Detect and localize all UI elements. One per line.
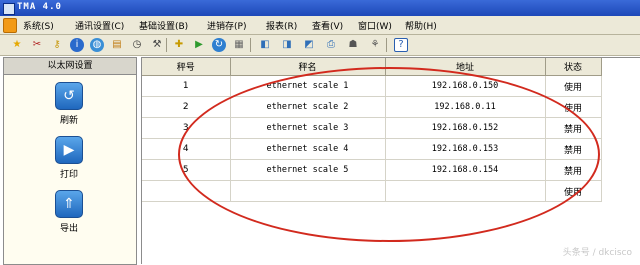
cell-name: ethernet scale 4 (230, 138, 386, 160)
column-header-address[interactable]: 地址 (385, 58, 546, 76)
cell-name: ethernet scale 1 (230, 75, 386, 97)
cell-number: 4 (142, 138, 231, 160)
export-up-icon: ⇑ (55, 190, 83, 218)
globe-icon[interactable]: ◍ (90, 38, 104, 52)
cell-address (385, 180, 546, 202)
print-button[interactable]: ▶ 打印 (54, 136, 84, 180)
refresh-icon[interactable]: ↻ (212, 38, 226, 52)
app-icon (3, 3, 15, 15)
users-icon[interactable]: ☗ (346, 38, 360, 52)
cell-address: 192.168.0.11 (385, 96, 546, 118)
table-row[interactable]: 4 ethernet scale 4 192.168.0.153 禁用 (142, 138, 602, 160)
info-icon[interactable]: i (70, 38, 84, 52)
window-title: TMA 4.0 (17, 2, 62, 12)
cell-number (142, 180, 231, 202)
column-header-name[interactable]: 秤名 (230, 58, 386, 76)
sidebar: 以太网设置 ↺ 刷新 ▶ 打印 ⇑ 导出 (3, 57, 137, 265)
menu-base-settings[interactable]: 基础设置(B) (139, 19, 188, 32)
camera-icon: ▶ (55, 136, 83, 164)
import-icon[interactable]: ◩ (302, 38, 316, 52)
cell-address: 192.168.0.152 (385, 117, 546, 139)
menu-window[interactable]: 窗口(W) (358, 19, 392, 32)
cell-status: 使用 (545, 75, 602, 97)
menu-help[interactable]: 帮助(H) (405, 19, 437, 32)
scale-table-panel: 秤号 秤名 地址 状态 1 ethernet scale 1 192.168.0… (141, 57, 640, 264)
cell-name: ethernet scale 3 (230, 117, 386, 139)
sidebar-title: 以太网设置 (4, 58, 136, 75)
toolbar-separator (250, 38, 251, 52)
cell-number: 3 (142, 117, 231, 139)
cell-status: 使用 (545, 180, 602, 202)
cell-address: 192.168.0.153 (385, 138, 546, 160)
table-row[interactable]: 5 ethernet scale 5 192.168.0.154 禁用 (142, 159, 602, 181)
export-button[interactable]: ⇑ 导出 (54, 190, 84, 234)
toolbar-separator (386, 38, 387, 52)
cell-status: 禁用 (545, 138, 602, 160)
scissors-icon[interactable]: ✂ (30, 38, 44, 52)
add-icon[interactable]: ✚ (172, 38, 186, 52)
cell-address: 192.168.0.154 (385, 159, 546, 181)
cell-name (230, 180, 386, 202)
refresh-button[interactable]: ↺ 刷新 (54, 82, 84, 126)
table-header-row: 秤号 秤名 地址 状态 (142, 58, 602, 76)
title-bar: TMA 4.0 (0, 0, 640, 16)
tree-icon[interactable]: ⚘ (368, 38, 382, 52)
database-icon[interactable]: ▦ (232, 38, 246, 52)
toolbar-separator (166, 38, 167, 52)
table-row[interactable]: 2 ethernet scale 2 192.168.0.11 使用 (142, 96, 602, 118)
menu-inventory[interactable]: 进销存(P) (207, 19, 246, 32)
export-label: 导出 (59, 224, 78, 234)
watermark: 头条号 / dkcisco (562, 248, 632, 258)
cell-status: 禁用 (545, 159, 602, 181)
refresh-label: 刷新 (59, 116, 78, 126)
table-row[interactable]: 使用 (142, 180, 602, 202)
scale-table: 秤号 秤名 地址 状态 1 ethernet scale 1 192.168.0… (142, 58, 602, 202)
export-icon[interactable]: ◨ (280, 38, 294, 52)
menu-report[interactable]: 报表(R) (266, 19, 297, 32)
star-icon[interactable]: ★ (10, 38, 24, 52)
cell-number: 5 (142, 159, 231, 181)
cell-status: 禁用 (545, 117, 602, 139)
clock-icon[interactable]: ◷ (130, 38, 144, 52)
tools-icon[interactable]: ⚒ (150, 38, 164, 52)
table-row[interactable]: 3 ethernet scale 3 192.168.0.152 禁用 (142, 117, 602, 139)
table-row[interactable]: 1 ethernet scale 1 192.168.0.150 使用 (142, 75, 602, 97)
document-icon[interactable]: ▤ (110, 38, 124, 52)
toolbar: ★ ✂ ⚷ i ◍ ▤ ◷ ⚒ ✚ ▶ ↻ ▦ ◧ ◨ ◩ ⎙ ☗ ⚘ ? (0, 35, 640, 56)
scale-icon[interactable]: ◧ (258, 38, 272, 52)
cell-number: 1 (142, 75, 231, 97)
cell-status: 使用 (545, 96, 602, 118)
print-icon[interactable]: ⎙ (324, 38, 338, 52)
cell-number: 2 (142, 96, 231, 118)
menu-system[interactable]: 系统(S) (23, 19, 54, 32)
cell-address: 192.168.0.150 (385, 75, 546, 97)
column-header-number[interactable]: 秤号 (142, 58, 231, 76)
play-icon[interactable]: ▶ (192, 38, 206, 52)
help-icon[interactable]: ? (394, 38, 408, 52)
menu-bar: 系统(S) 通讯设置(C) 基础设置(B) 进销存(P) 报表(R) 查看(V)… (0, 16, 640, 35)
menu-comm-settings[interactable]: 通讯设置(C) (75, 19, 124, 32)
cell-name: ethernet scale 5 (230, 159, 386, 181)
column-header-status[interactable]: 状态 (545, 58, 602, 76)
print-label: 打印 (59, 170, 78, 180)
refresh-icon: ↺ (55, 82, 83, 110)
cell-name: ethernet scale 2 (230, 96, 386, 118)
menu-view[interactable]: 查看(V) (312, 19, 343, 32)
system-menu-icon[interactable] (3, 18, 17, 33)
key-icon[interactable]: ⚷ (50, 38, 64, 52)
